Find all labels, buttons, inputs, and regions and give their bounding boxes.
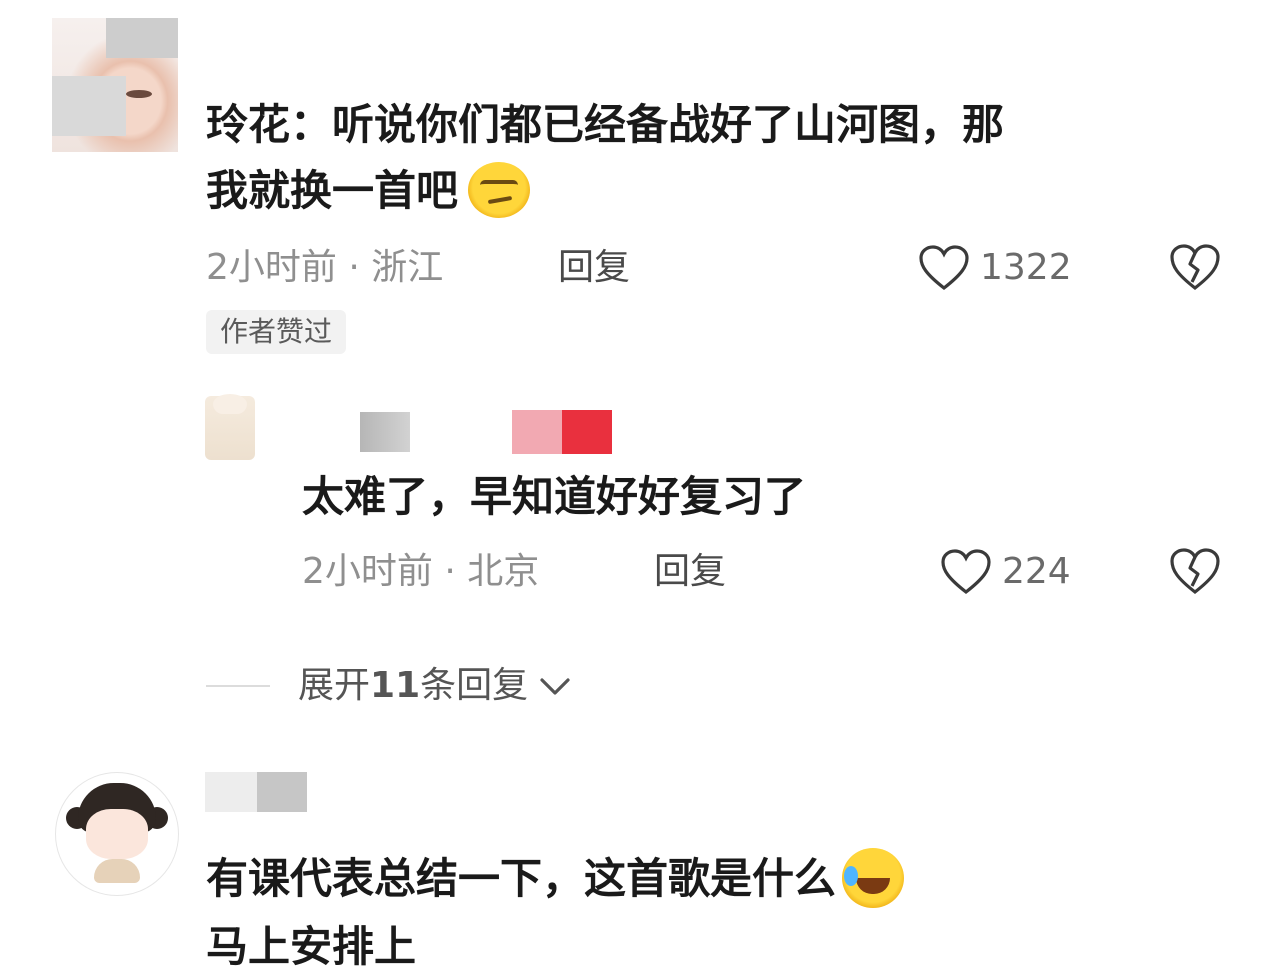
comment-3-text-line-1: 有课代表总结一下，这首歌是什么 <box>206 846 905 912</box>
comment-1-text: 我就换一首吧 <box>206 166 459 215</box>
comment-1-text-line-2: 我就换一首吧 <box>206 158 531 224</box>
expand-replies-button[interactable]: 展开11条回复 <box>206 662 574 710</box>
comment-2-like-count: 224 <box>1002 551 1071 592</box>
expand-replies-label: 展开11条回复 <box>298 662 528 710</box>
comment-1-meta: 2小时前 · 浙江 <box>206 247 444 288</box>
divider-line <box>206 685 270 687</box>
chevron-down-icon <box>540 678 570 695</box>
username-blur-mask <box>562 410 612 454</box>
comment-2-like-button[interactable]: 224 <box>940 548 1071 596</box>
avatar-face <box>86 809 148 859</box>
username-blur-mask <box>205 772 257 812</box>
laugh-emoji-icon <box>842 847 905 908</box>
comment-3-text: 有课代表总结一下，这首歌是什么 <box>206 854 837 903</box>
username-blur-mask <box>360 412 410 452</box>
expand-prefix: 展开 <box>298 665 371 706</box>
comment-1-like-count: 1322 <box>980 247 1072 288</box>
comment-1-like-button[interactable]: 1322 <box>918 244 1072 292</box>
comment-2-dislike-button[interactable] <box>1168 546 1222 600</box>
comment-2-meta: 2小时前 · 北京 <box>302 551 540 592</box>
comment-1-text-line-1: 玲花：听说你们都已经备战好了山河图，那 <box>206 100 1005 149</box>
avatar-cartoon-girl[interactable] <box>55 772 179 896</box>
avatar-linghua[interactable] <box>52 18 178 152</box>
avatar-body <box>94 859 140 883</box>
comment-3-text-line-2: 马上安排上 <box>206 922 417 971</box>
expand-suffix: 条回复 <box>420 665 529 706</box>
username-blur-mask <box>512 410 562 454</box>
avatar-blur-mask <box>106 18 178 58</box>
comment-1-dislike-button[interactable] <box>1168 242 1222 296</box>
broken-heart-icon <box>1170 548 1220 595</box>
avatar-blur-mask <box>52 76 126 136</box>
author-liked-badge: 作者赞过 <box>206 310 347 354</box>
avatar-eye <box>126 90 152 98</box>
smirk-emoji-icon <box>468 161 531 218</box>
avatar-reply-user[interactable] <box>205 394 255 460</box>
broken-heart-icon <box>1170 244 1220 291</box>
heart-outline-icon <box>941 549 991 595</box>
username-blur-mask <box>257 772 307 812</box>
comment-1-reply-button[interactable]: 回复 <box>558 246 630 290</box>
expand-count: 11 <box>370 665 421 706</box>
comment-2-reply-button[interactable]: 回复 <box>654 550 726 594</box>
comment-2-text: 太难了，早知道好好复习了 <box>302 472 807 521</box>
heart-outline-icon <box>919 245 969 291</box>
